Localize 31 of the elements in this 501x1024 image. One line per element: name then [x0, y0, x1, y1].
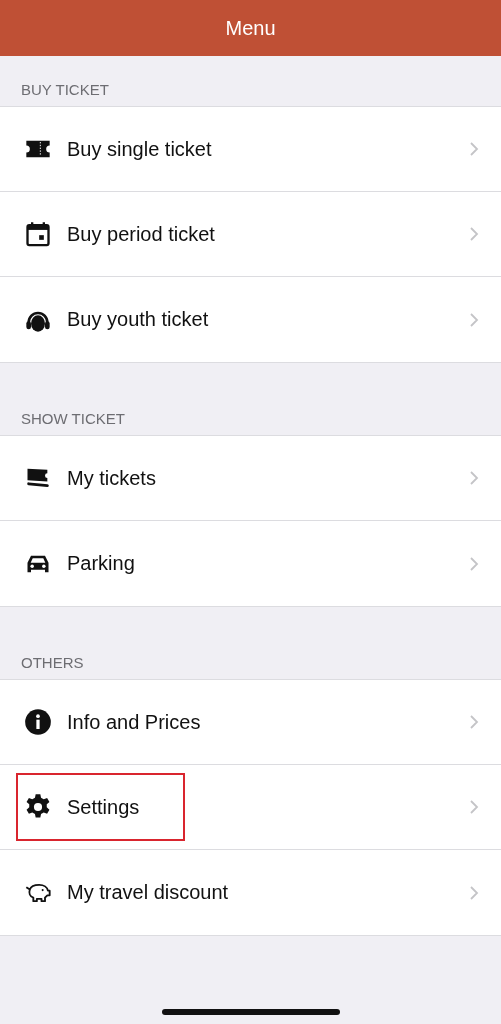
menu-item-label: Buy single ticket: [67, 137, 212, 161]
chevron-icon: [469, 311, 479, 328]
menu-item[interactable]: My tickets: [0, 436, 501, 521]
chevron-icon: [469, 470, 479, 486]
menu-item[interactable]: Buy youth ticket: [0, 277, 501, 362]
calendar-icon: [24, 220, 52, 248]
chevron-icon: [469, 884, 479, 901]
section-header: SHOW TICKET: [21, 410, 125, 427]
section-header: BUY TICKET: [21, 81, 109, 98]
chevron-icon: [469, 226, 479, 242]
settings-icon: [24, 793, 52, 821]
menu-item[interactable]: Parking: [0, 521, 501, 606]
menu-item-label: My tickets: [67, 466, 156, 490]
menu-item[interactable]: Settings: [0, 765, 501, 850]
header-title: Menu: [225, 16, 276, 40]
menu-item-label: Info and Prices: [67, 710, 201, 734]
chevron-icon: [469, 141, 479, 157]
menu-item-label: Buy period ticket: [67, 222, 215, 246]
menu-item[interactable]: Info and Prices: [0, 680, 501, 765]
info-icon: [24, 708, 52, 736]
chevron-icon: [469, 799, 479, 815]
menu-item-label: Settings: [67, 795, 140, 819]
chevron-icon: [469, 555, 479, 572]
menu-item-label: Buy youth ticket: [67, 308, 209, 331]
menu-item[interactable]: Buy period ticket: [0, 192, 501, 277]
menu-item[interactable]: Buy single ticket: [0, 107, 501, 192]
section-header: OTHERS: [21, 654, 84, 671]
chevron-icon: [469, 714, 479, 730]
menu-item-label: My travel discount: [67, 881, 229, 904]
menu-item[interactable]: My travel discount: [0, 850, 501, 935]
menu-item-label: Parking: [67, 552, 135, 575]
